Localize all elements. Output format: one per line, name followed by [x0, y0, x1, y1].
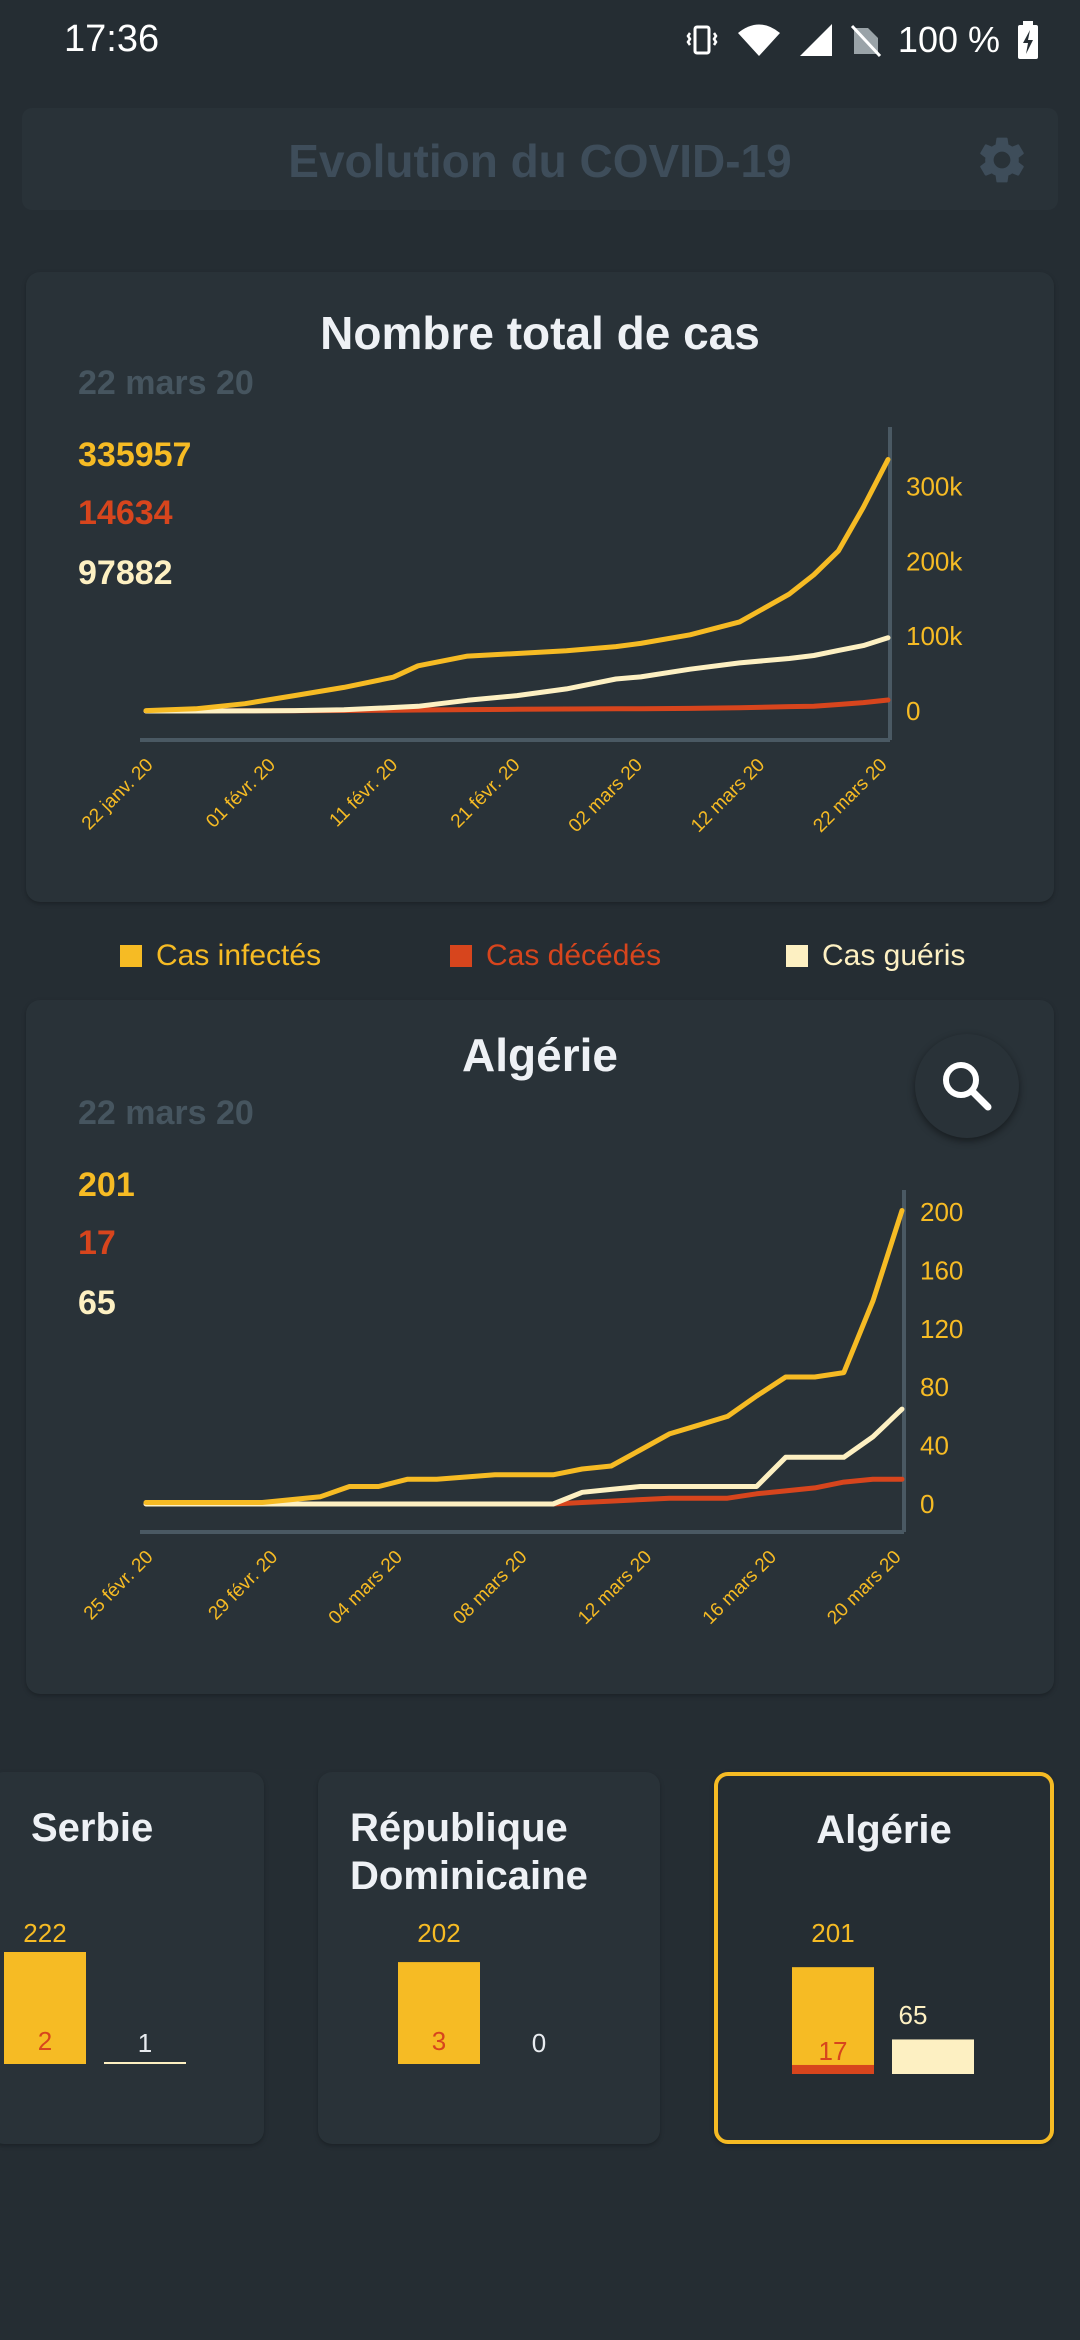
bar-recovered — [104, 2062, 186, 2064]
bar-recovered — [892, 2039, 974, 2074]
x-tick-label: 04 mars 20 — [325, 1547, 407, 1629]
y-tick-label: 120 — [920, 1314, 963, 1344]
x-tick-label: 25 févr. 20 — [80, 1547, 158, 1625]
bar-deaths — [792, 2064, 874, 2074]
bar-label-deaths: 3 — [432, 2026, 446, 2056]
bar-label-deaths: 2 — [38, 2026, 52, 2056]
x-tick-label: 20 mars 20 — [823, 1547, 905, 1629]
y-tick-label: 0 — [920, 1489, 934, 1519]
y-tick-label: 160 — [920, 1255, 963, 1285]
x-tick-label: 12 mars 20 — [574, 1547, 656, 1629]
x-tick-label: 16 mars 20 — [699, 1547, 781, 1629]
country-cases-chart: 0 40 80 120 160 200 25 févr. 20 29 févr. 20 04 m… — [80, 1190, 963, 1629]
search-icon — [943, 1062, 992, 1111]
bar-label-deaths: 17 — [819, 2036, 848, 2066]
search-button[interactable] — [915, 1034, 1019, 1138]
y-tick-label: 200 — [920, 1197, 963, 1227]
y-tick-label: 40 — [920, 1431, 949, 1461]
y-tick-label: 80 — [920, 1372, 949, 1402]
country-bar-charts: 2 3 17 — [4, 1952, 974, 2074]
x-tick-label: 29 févr. 20 — [205, 1547, 283, 1625]
x-tick-label: 08 mars 20 — [449, 1547, 531, 1629]
